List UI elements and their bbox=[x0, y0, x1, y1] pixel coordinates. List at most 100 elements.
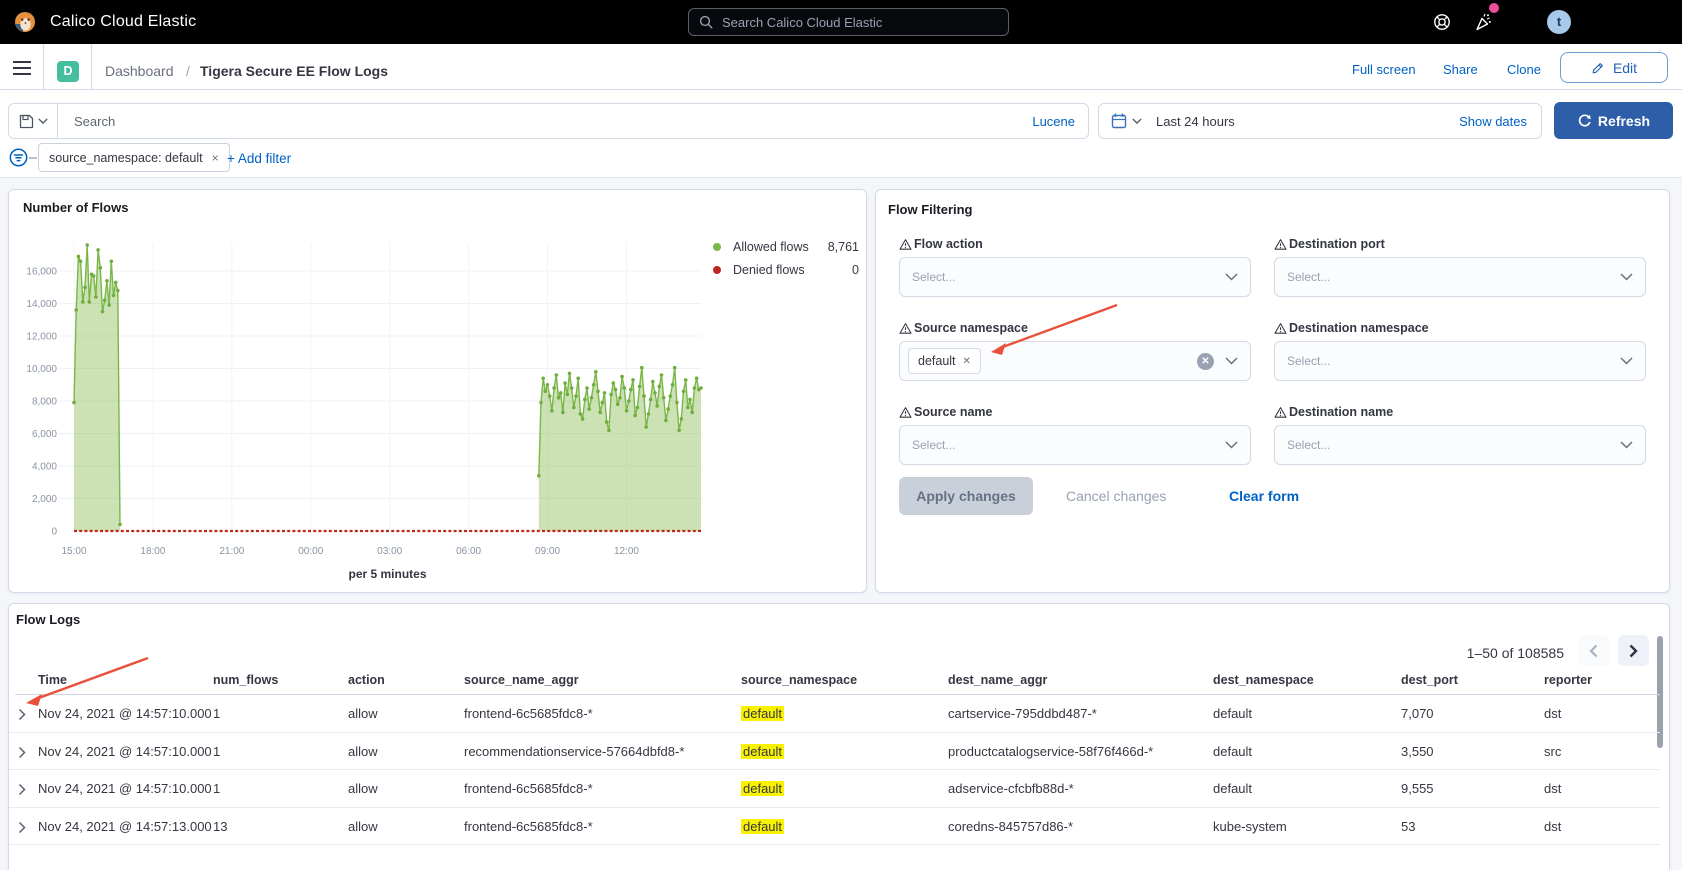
filter-pill-source-namespace[interactable]: source_namespace: default × bbox=[38, 143, 230, 172]
calico-logo-icon bbox=[14, 11, 36, 33]
svg-text:12:00: 12:00 bbox=[614, 546, 639, 557]
date-picker[interactable]: Last 24 hours Show dates bbox=[1098, 103, 1542, 139]
field-label-flow-action: Flow action bbox=[899, 236, 983, 252]
time-range-value[interactable]: Last 24 hours bbox=[1156, 114, 1235, 129]
share-button[interactable]: Share bbox=[1443, 62, 1478, 77]
cell-num_flows: 13 bbox=[213, 819, 227, 834]
nav-separator bbox=[43, 44, 44, 90]
table-row[interactable]: Nov 24, 2021 @ 14:57:10.0001allowfronten… bbox=[9, 770, 1660, 808]
apply-changes-button[interactable]: Apply changes bbox=[899, 477, 1033, 515]
column-header-source_namespace: source_namespace bbox=[741, 673, 857, 687]
cell-reporter: dst bbox=[1544, 706, 1561, 721]
expand-row-icon[interactable] bbox=[18, 708, 26, 721]
field-select-source-namespace[interactable]: default✕✕ bbox=[899, 341, 1251, 381]
cell-time: Nov 24, 2021 @ 14:57:10.000 bbox=[38, 706, 212, 721]
edit-button-label: Edit bbox=[1613, 60, 1637, 76]
flow-logs-title: Flow Logs bbox=[16, 612, 80, 627]
legend-item-denied[interactable]: Denied flows 0 bbox=[713, 258, 859, 281]
query-placeholder: Search bbox=[74, 114, 115, 129]
chevron-down-icon bbox=[1225, 273, 1238, 281]
svg-text:21:00: 21:00 bbox=[219, 546, 244, 557]
denied-flows-dot bbox=[713, 266, 721, 274]
cell-dest_port: 53 bbox=[1401, 819, 1415, 834]
field-select-flow-action[interactable]: Select... bbox=[899, 257, 1251, 297]
legend-item-allowed[interactable]: Allowed flows 8,761 bbox=[713, 235, 859, 258]
breadcrumb-page-title: Tigera Secure EE Flow Logs bbox=[200, 63, 388, 79]
query-syntax-toggle[interactable]: Lucene bbox=[1032, 114, 1075, 129]
cancel-changes-button[interactable]: Cancel changes bbox=[1066, 488, 1166, 504]
cell-dest_name_aggr: productcatalogservice-58f76f466d-* bbox=[948, 744, 1153, 759]
expand-row-icon[interactable] bbox=[18, 821, 26, 834]
refresh-button[interactable]: Refresh bbox=[1554, 102, 1673, 139]
field-select-source-name[interactable]: Select... bbox=[899, 425, 1251, 465]
svg-text:8,000: 8,000 bbox=[32, 397, 57, 408]
save-icon bbox=[19, 114, 34, 129]
saved-query-menu[interactable] bbox=[9, 104, 58, 138]
global-search-input[interactable]: Search Calico Cloud Elastic bbox=[688, 8, 1009, 36]
warning-icon bbox=[1274, 238, 1287, 251]
svg-text:18:00: 18:00 bbox=[140, 546, 165, 557]
column-header-time: Time bbox=[38, 673, 67, 687]
menu-icon[interactable] bbox=[13, 61, 31, 75]
chevron-down-icon bbox=[1620, 441, 1633, 449]
cell-action: allow bbox=[348, 706, 378, 721]
field-select-destination-namespace[interactable]: Select... bbox=[1274, 341, 1646, 381]
clear-selection-icon[interactable]: ✕ bbox=[1197, 353, 1214, 370]
breadcrumb-dashboard[interactable]: Dashboard bbox=[105, 63, 174, 79]
clone-button[interactable]: Clone bbox=[1507, 62, 1541, 77]
svg-text:09:00: 09:00 bbox=[535, 546, 560, 557]
flow-filtering-panel: Flow Filtering Flow actionSelect...Desti… bbox=[875, 189, 1670, 593]
allowed-flows-dot bbox=[713, 243, 721, 251]
clear-form-button[interactable]: Clear form bbox=[1229, 488, 1299, 504]
field-select-destination-name[interactable]: Select... bbox=[1274, 425, 1646, 465]
legend-label: Allowed flows bbox=[733, 240, 809, 254]
column-header-num_flows: num_flows bbox=[213, 673, 278, 687]
chevron-down-icon bbox=[1225, 357, 1238, 365]
help-icon[interactable] bbox=[1432, 12, 1452, 32]
user-avatar[interactable]: t bbox=[1547, 10, 1571, 34]
column-header-dest_name_aggr: dest_name_aggr bbox=[948, 673, 1047, 687]
add-filter-button[interactable]: + Add filter bbox=[227, 151, 291, 166]
table-row[interactable]: Nov 24, 2021 @ 14:57:10.0001allowrecomme… bbox=[9, 733, 1660, 771]
table-row[interactable]: Nov 24, 2021 @ 14:57:13.00013allowfronte… bbox=[9, 808, 1660, 846]
column-header-action: action bbox=[348, 673, 385, 687]
cell-source_namespace: default bbox=[741, 781, 784, 796]
cell-time: Nov 24, 2021 @ 14:57:10.000 bbox=[38, 781, 212, 796]
next-page-button[interactable] bbox=[1618, 635, 1649, 666]
cell-dest_port: 3,550 bbox=[1401, 744, 1434, 759]
field-select-destination-port[interactable]: Select... bbox=[1274, 257, 1646, 297]
cell-source_namespace: default bbox=[741, 744, 784, 759]
filter-icon[interactable] bbox=[9, 148, 28, 167]
expand-row-icon[interactable] bbox=[18, 746, 26, 759]
query-search-input[interactable]: Search Lucene bbox=[8, 103, 1089, 139]
edit-button[interactable]: Edit bbox=[1560, 52, 1668, 83]
fullscreen-button[interactable]: Full screen bbox=[1352, 62, 1416, 77]
remove-filter-icon[interactable]: × bbox=[212, 151, 219, 165]
cell-source_namespace: default bbox=[741, 819, 784, 834]
cell-action: allow bbox=[348, 781, 378, 796]
remove-option-icon[interactable]: ✕ bbox=[963, 356, 971, 367]
cell-dest_name_aggr: adservice-cfcbfb88d-* bbox=[948, 781, 1074, 796]
cell-num_flows: 1 bbox=[213, 781, 220, 796]
refresh-icon bbox=[1577, 114, 1591, 128]
dashboard-badge[interactable]: D bbox=[57, 61, 79, 82]
warning-icon bbox=[1274, 322, 1287, 335]
highlighted-value: default bbox=[741, 781, 784, 796]
svg-text:16,000: 16,000 bbox=[26, 267, 57, 278]
announcements-icon[interactable] bbox=[1474, 12, 1494, 32]
prev-page-button[interactable] bbox=[1578, 635, 1609, 666]
app-title: Calico Cloud Elastic bbox=[50, 0, 196, 44]
refresh-button-label: Refresh bbox=[1598, 113, 1650, 129]
cell-dest_namespace: default bbox=[1213, 706, 1252, 721]
breadcrumb-separator: / bbox=[186, 63, 190, 79]
cell-source_name_aggr: frontend-6c5685fdc8-* bbox=[464, 819, 593, 834]
warning-icon bbox=[899, 238, 912, 251]
global-search-placeholder: Search Calico Cloud Elastic bbox=[722, 15, 882, 30]
expand-row-icon[interactable] bbox=[18, 783, 26, 796]
table-row[interactable]: Nov 24, 2021 @ 14:57:10.0001allowfronten… bbox=[9, 695, 1660, 733]
chart-legend: Allowed flows 8,761 Denied flows 0 bbox=[713, 235, 859, 281]
notification-dot bbox=[1489, 3, 1499, 13]
show-dates-button[interactable]: Show dates bbox=[1459, 114, 1527, 129]
selected-option-chip[interactable]: default✕ bbox=[908, 348, 981, 374]
cell-source_name_aggr: recommendationservice-57664dbfd8-* bbox=[464, 744, 684, 759]
